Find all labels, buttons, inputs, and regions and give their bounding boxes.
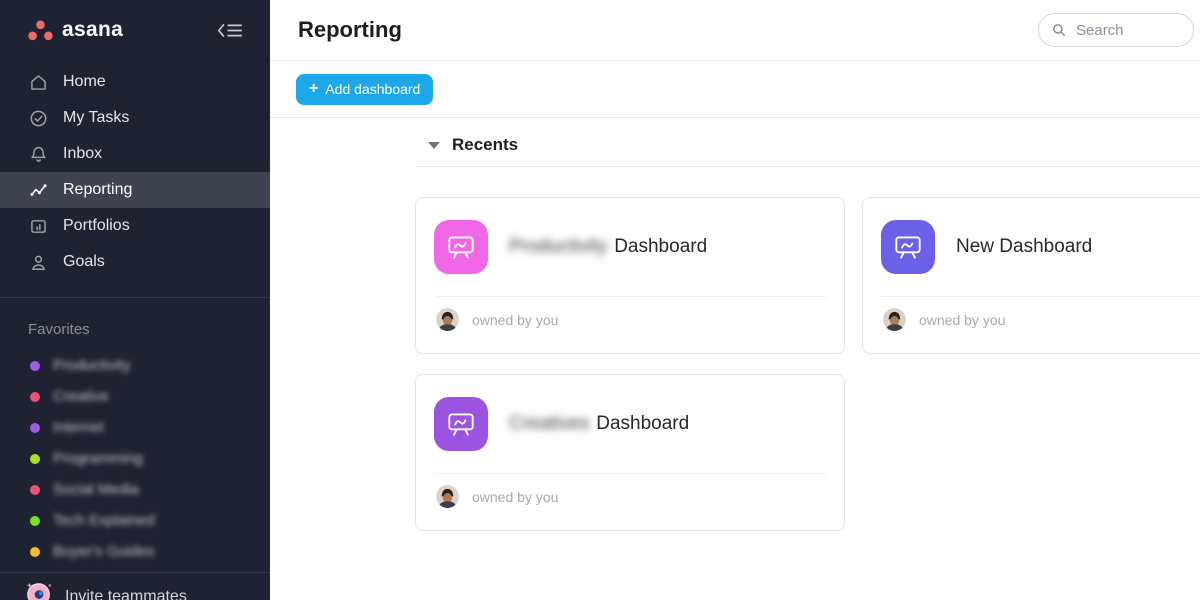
favorite-item[interactable]: Productivity (0, 350, 270, 381)
dashboard-title-blurred: Productivity (509, 236, 607, 258)
favorite-label: Buyer's Guides (53, 543, 154, 560)
dashboard-board-icon (881, 220, 935, 274)
favorite-dot-icon (30, 392, 40, 402)
sidebar-item-home[interactable]: Home (0, 64, 270, 100)
favorites-heading: Favorites (0, 298, 270, 350)
dashboard-card-new[interactable]: New Dashboard owned by you (862, 197, 1200, 354)
favorite-dot-icon (30, 516, 40, 526)
favorite-item[interactable]: Creative (0, 381, 270, 412)
invite-teammates-icon (26, 581, 53, 600)
plus-icon: + (309, 80, 318, 98)
sidebar-header: asana (0, 0, 270, 50)
sidebar-item-label: Reporting (63, 181, 132, 199)
sidebar-item-label: Portfolios (63, 217, 130, 235)
dashboard-title-text: Dashboard (614, 236, 707, 258)
sidebar-nav: Home My Tasks Inbox Reporting Portfolios… (0, 64, 270, 280)
sidebar-item-label: My Tasks (63, 109, 129, 127)
owner-label: owned by you (472, 489, 558, 505)
favorite-dot-icon (30, 423, 40, 433)
sidebar-item-label: Goals (63, 253, 105, 271)
favorite-item[interactable]: Buyer's Guides (0, 536, 270, 567)
invite-teammates-button[interactable]: Invite teammates (0, 572, 270, 600)
invite-teammates-label: Invite teammates (65, 588, 187, 600)
dashboard-title-text: Dashboard (596, 413, 689, 435)
card-top: New Dashboard (863, 198, 1200, 296)
main-area: Reporting + Add dashboard Recents (270, 0, 1200, 600)
add-dashboard-button[interactable]: + Add dashboard (296, 74, 433, 105)
toolbar: + Add dashboard (270, 61, 1200, 118)
recents-title: Recents (452, 135, 518, 155)
asana-app: asana Home My Tasks Inbox (0, 0, 1200, 600)
owner-label: owned by you (919, 312, 1005, 328)
recents-header: Recents (415, 118, 1200, 167)
sidebar-item-inbox[interactable]: Inbox (0, 136, 270, 172)
owner-avatar (883, 308, 906, 331)
dashboard-title: New Dashboard (956, 236, 1092, 258)
sidebar-item-my-tasks[interactable]: My Tasks (0, 100, 270, 136)
favorite-dot-icon (30, 454, 40, 464)
bell-icon (28, 144, 49, 165)
recents-section: Recents Productivity (270, 118, 1200, 531)
portfolio-icon (28, 216, 49, 237)
sidebar-item-portfolios[interactable]: Portfolios (0, 208, 270, 244)
favorite-label: Internet (53, 419, 104, 436)
asana-logo: asana (28, 18, 123, 42)
goals-person-icon (28, 252, 49, 273)
home-icon (28, 72, 49, 93)
sidebar-item-label: Home (63, 73, 106, 91)
owner-avatar (436, 485, 459, 508)
search-input[interactable] (1076, 22, 1181, 39)
page-title: Reporting (298, 17, 402, 43)
sidebar: asana Home My Tasks Inbox (0, 0, 270, 600)
favorite-dot-icon (30, 547, 40, 557)
dashboard-title-blurred: Creatives (509, 413, 589, 435)
asana-wordmark: asana (62, 18, 123, 42)
favorite-label: Social Media (53, 481, 139, 498)
caret-down-icon[interactable] (428, 142, 440, 149)
dashboard-title: Creatives Dashboard (509, 413, 689, 435)
favorite-label: Tech Explained (53, 512, 155, 529)
collapse-sidebar-icon (216, 21, 244, 40)
dashboard-title-text: New Dashboard (956, 236, 1092, 258)
line-chart-icon (28, 180, 49, 201)
owner-row: owned by you (863, 297, 1200, 331)
card-top: Creatives Dashboard (416, 375, 844, 473)
search-box[interactable] (1038, 13, 1194, 47)
owner-label: owned by you (472, 312, 558, 328)
dashboard-title: Productivity Dashboard (509, 236, 707, 258)
card-top: Productivity Dashboard (416, 198, 844, 296)
topbar: Reporting (270, 0, 1200, 61)
dashboard-cards-grid: Productivity Dashboard owned by you (415, 197, 1200, 531)
sidebar-collapse-button[interactable] (216, 21, 244, 40)
sidebar-item-goals[interactable]: Goals (0, 244, 270, 280)
dashboard-card-creatives[interactable]: Creatives Dashboard owned by you (415, 374, 845, 531)
add-dashboard-label: Add dashboard (325, 81, 420, 97)
owner-row: owned by you (416, 474, 844, 508)
favorite-item[interactable]: Tech Explained (0, 505, 270, 536)
search-icon (1051, 22, 1067, 38)
check-circle-icon (28, 108, 49, 129)
dashboard-board-icon (434, 220, 488, 274)
dashboard-board-icon (434, 397, 488, 451)
owner-avatar (436, 308, 459, 331)
owner-row: owned by you (416, 297, 844, 331)
favorites-list: Productivity Creative Internet Programmi… (0, 350, 270, 567)
favorite-item[interactable]: Social Media (0, 474, 270, 505)
dashboard-card-productivity[interactable]: Productivity Dashboard owned by you (415, 197, 845, 354)
asana-logo-icon (28, 20, 53, 41)
favorite-label: Programming (53, 450, 143, 467)
favorite-item[interactable]: Internet (0, 412, 270, 443)
favorite-dot-icon (30, 361, 40, 371)
favorite-label: Creative (53, 388, 109, 405)
sidebar-item-reporting[interactable]: Reporting (0, 172, 270, 208)
sidebar-item-label: Inbox (63, 145, 102, 163)
favorite-label: Productivity (53, 357, 131, 374)
favorite-dot-icon (30, 485, 40, 495)
favorite-item[interactable]: Programming (0, 443, 270, 474)
